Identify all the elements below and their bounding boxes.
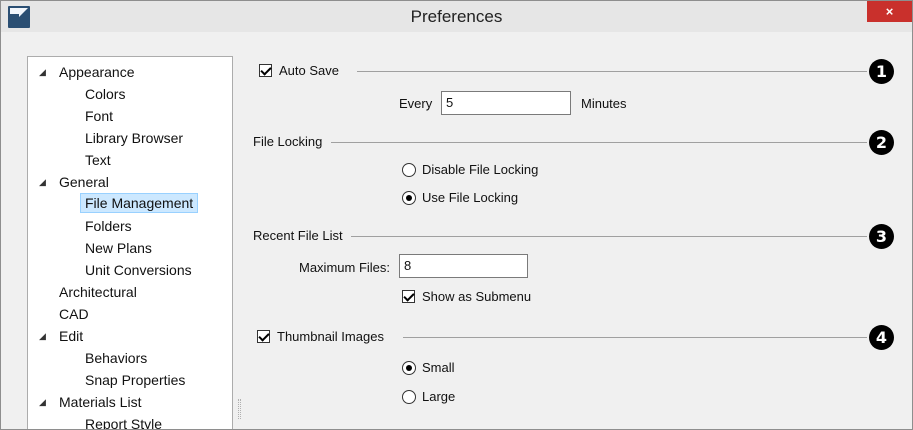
- expander-icon[interactable]: ◢: [39, 326, 46, 346]
- tree-item-report-style[interactable]: Report Style: [85, 414, 162, 429]
- minutes-label: Minutes: [581, 96, 627, 111]
- expander-icon[interactable]: ◢: [39, 172, 46, 192]
- tree-item-appearance[interactable]: ◢ Appearance: [39, 62, 135, 82]
- tree-item-edit[interactable]: ◢ Edit: [39, 326, 84, 346]
- callout-2-badge: 2: [869, 130, 894, 155]
- tree-item-font[interactable]: Font: [85, 106, 113, 126]
- disable-file-locking-label: Disable File Locking: [422, 162, 539, 177]
- tree-item-architectural[interactable]: Architectural: [59, 282, 137, 302]
- tree-item-behaviors[interactable]: Behaviors: [85, 348, 147, 368]
- tree-item-new-plans[interactable]: New Plans: [85, 238, 152, 258]
- expander-icon[interactable]: ◢: [39, 62, 46, 82]
- show-as-submenu-label: Show as Submenu: [422, 289, 532, 304]
- use-file-locking-label: Use File Locking: [422, 190, 519, 205]
- category-tree[interactable]: ◢ Appearance Colors Font Library Browser…: [27, 56, 233, 429]
- maximum-files-label: Maximum Files:: [299, 260, 391, 275]
- tree-item-folders[interactable]: Folders: [85, 216, 132, 236]
- auto-save-checkbox[interactable]: [259, 64, 272, 77]
- every-label: Every: [399, 96, 433, 111]
- tree-item-label: General: [59, 174, 109, 190]
- thumbnail-images-label: Thumbnail Images: [277, 329, 384, 344]
- title-bar[interactable]: Preferences ×: [1, 1, 912, 32]
- section-divider: [351, 236, 867, 237]
- tree-item-label: Materials List: [59, 394, 142, 410]
- preferences-window: Preferences × ◢ Appearance Colors Font L…: [0, 0, 913, 430]
- section-divider: [331, 142, 867, 143]
- tree-item-unit-conversions[interactable]: Unit Conversions: [85, 260, 192, 280]
- window-title: Preferences: [410, 7, 503, 26]
- tree-item-label: Edit: [59, 328, 84, 344]
- tree-item-label: Appearance: [59, 64, 135, 80]
- auto-save-interval-input[interactable]: 5: [441, 91, 571, 115]
- tree-item-general[interactable]: ◢ General: [39, 172, 109, 192]
- tree-item-file-management[interactable]: File Management: [80, 193, 199, 213]
- maximum-files-input[interactable]: 8: [399, 254, 528, 278]
- callout-3-badge: 3: [869, 224, 894, 249]
- tree-item-snap-properties[interactable]: Snap Properties: [85, 370, 185, 390]
- disable-file-locking-radio[interactable]: [402, 163, 416, 177]
- tree-item-materials-list[interactable]: ◢ Materials List: [39, 392, 142, 412]
- tree-item-text[interactable]: Text: [85, 150, 111, 170]
- expander-icon[interactable]: ◢: [39, 392, 46, 412]
- use-file-locking-radio[interactable]: [402, 191, 416, 205]
- splitter-grip[interactable]: [238, 399, 241, 419]
- small-thumbnail-radio[interactable]: [402, 361, 416, 375]
- callout-4-badge: 4: [869, 325, 894, 350]
- thumbnail-images-checkbox[interactable]: [257, 330, 270, 343]
- section-divider: [357, 71, 867, 72]
- section-divider: [403, 337, 867, 338]
- file-locking-label: File Locking: [253, 134, 323, 149]
- tree-item-library-browser[interactable]: Library Browser: [85, 128, 183, 148]
- large-thumbnail-radio[interactable]: [402, 390, 416, 404]
- tree-item-colors[interactable]: Colors: [85, 84, 125, 104]
- close-button[interactable]: ×: [867, 1, 912, 22]
- callout-1-badge: 1: [869, 59, 894, 84]
- recent-file-list-label: Recent File List: [253, 228, 343, 243]
- large-thumbnail-label: Large: [422, 389, 456, 404]
- auto-save-label: Auto Save: [279, 63, 339, 78]
- tree-item-cad[interactable]: CAD: [59, 304, 89, 324]
- show-as-submenu-checkbox[interactable]: [402, 290, 415, 303]
- small-thumbnail-label: Small: [422, 360, 455, 375]
